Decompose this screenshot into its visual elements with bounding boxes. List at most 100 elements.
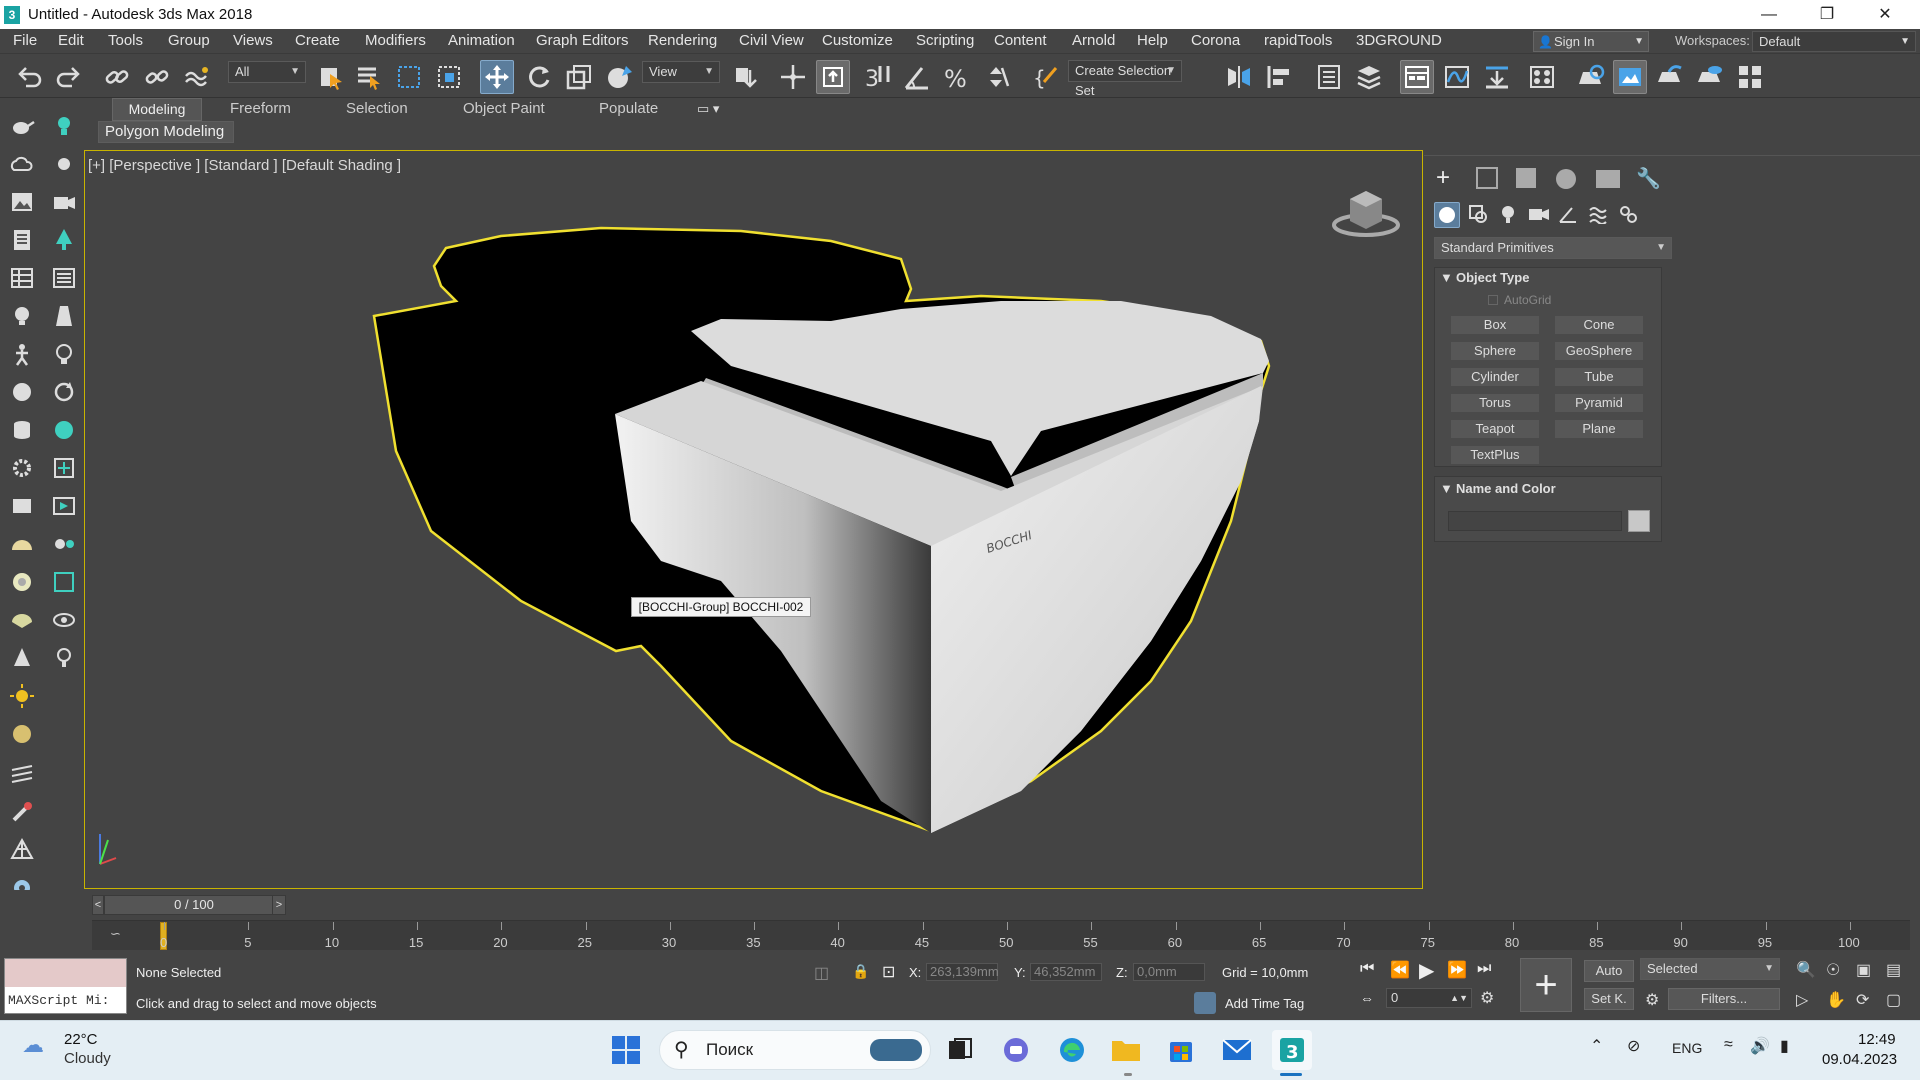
tube-button[interactable]: Tube [1554,367,1644,387]
rectangular-selection-icon[interactable] [392,60,426,94]
rollout-toggle-icon[interactable]: ▼ [1440,270,1453,285]
name-and-color-heading[interactable]: Name and Color [1456,481,1556,496]
shapes-category-icon[interactable] [1468,204,1488,224]
box-button[interactable]: Box [1450,315,1540,335]
clock-date[interactable]: 09.04.2023 [1822,1051,1897,1068]
link-icon[interactable] [100,60,134,94]
spotlight-icon[interactable] [50,302,78,330]
filters-button[interactable]: Filters... [1668,988,1780,1010]
set-key-big-button[interactable]: + [1520,958,1572,1012]
angle-snap-icon[interactable] [900,60,934,94]
walker-icon[interactable] [8,340,36,368]
mesh-icon[interactable] [8,836,36,864]
mail-icon[interactable] [1217,1030,1257,1070]
menu-arnold[interactable]: Arnold [1072,32,1115,49]
sphere-button[interactable]: Sphere [1450,341,1540,361]
select-and-move-icon[interactable] [480,60,514,94]
perspective-viewport[interactable]: BOCCHI [84,150,1423,889]
material-sphere-icon[interactable] [8,720,36,748]
add-time-tag-label[interactable]: Add Time Tag [1225,996,1304,1011]
taskbar-search[interactable]: ⚲ Поиск [659,1030,931,1070]
menu-create[interactable]: Create [295,32,340,49]
menu-file[interactable]: File [13,32,37,49]
tab-object-paint[interactable]: Object Paint [463,100,545,120]
camera-icon[interactable] [50,188,78,216]
menu-rendering[interactable]: Rendering [648,32,717,49]
select-and-rotate-icon[interactable] [522,60,556,94]
rollout-toggle-icon[interactable]: ▼ [1440,481,1453,496]
teapot-icon[interactable] [8,112,36,140]
transform-icon[interactable] [50,454,78,482]
redo-icon[interactable] [52,60,86,94]
previous-key-icon[interactable]: ⏪ [1390,960,1410,980]
file-explorer-icon[interactable] [1106,1030,1146,1070]
cameras-category-icon[interactable] [1528,204,1550,224]
light-bulb-icon[interactable] [50,112,78,140]
sun-icon[interactable] [50,150,78,178]
restore-icon[interactable]: ❐ [1798,0,1856,29]
sign-in-dropdown[interactable]: 👤 Sign In ▼ [1533,31,1649,52]
zoom-icon[interactable]: 🔍 [1796,960,1816,980]
zoom-all-icon[interactable]: ☉ [1826,960,1840,980]
menu-3dground[interactable]: 3DGROUND [1356,32,1442,49]
select-object-icon[interactable] [314,60,348,94]
maxscript-output[interactable] [5,959,126,987]
light-lister-icon[interactable] [8,302,36,330]
teams-chat-icon[interactable] [996,1030,1036,1070]
tab-freeform[interactable]: Freeform [230,100,291,120]
rendered-frame-window-icon[interactable] [1613,60,1647,94]
no-network-icon[interactable]: ⊘ [1627,1036,1640,1056]
previous-frame-button[interactable]: < [92,895,104,915]
cylinder-icon[interactable] [8,416,36,444]
teapot-button[interactable]: Teapot [1450,419,1540,439]
mirror-icon[interactable] [1222,60,1256,94]
panel-icon[interactable] [50,568,78,596]
window-crossing-icon[interactable] [432,60,466,94]
image-icon[interactable] [8,188,36,216]
key-mode-toggle-icon[interactable]: ⇔ [1360,990,1374,1006]
x-coordinate-field[interactable]: 263,139mm [926,963,999,981]
current-frame-field[interactable]: 0 ▲▼ [1386,988,1472,1008]
box-icon[interactable] [8,492,36,520]
menu-corona[interactable]: Corona [1191,32,1240,49]
helpers-category-icon[interactable] [1558,204,1578,224]
menu-animation[interactable]: Animation [448,32,515,49]
select-by-name-icon[interactable] [352,60,386,94]
ribbon-toggle-icon[interactable] [1400,60,1434,94]
clock-time[interactable]: 12:49 [1858,1031,1896,1048]
fx-icon[interactable] [50,530,78,558]
a360-gallery-icon[interactable] [1733,60,1767,94]
scene-explorer-icon[interactable] [1312,60,1346,94]
pyramid-button[interactable]: Pyramid [1554,393,1644,413]
orbit-icon[interactable]: ⟳ [1856,990,1869,1010]
utilities-tab-icon[interactable]: 🔧 [1636,166,1661,191]
3dsmax-taskbar-icon[interactable]: 3 [1272,1030,1312,1070]
task-view-icon[interactable] [940,1030,980,1070]
maxscript-input[interactable]: MAXScript Mi: [5,987,126,1014]
play-icon[interactable]: ▶ [1419,958,1434,983]
lamp-icon[interactable] [50,644,78,672]
windows-start-icon[interactable] [606,1030,646,1070]
go-to-start-icon[interactable]: ⏮ [1360,960,1374,978]
gear-icon[interactable] [8,454,36,482]
viewport-label[interactable]: [+] [Perspective ] [Standard ] [Default … [88,157,401,174]
object-color-swatch[interactable] [1628,510,1650,532]
auto-key-button[interactable]: Auto [1584,960,1634,982]
display-tab-icon[interactable] [1596,170,1620,188]
render-setup-icon[interactable] [1573,60,1607,94]
weather-cloud-icon[interactable]: ☁ [22,1032,44,1058]
menu-views[interactable]: Views [233,32,273,49]
lights-category-icon[interactable] [1498,204,1518,224]
geometry-category-icon[interactable] [1434,202,1460,228]
pipette-icon[interactable] [8,798,36,826]
object-type-heading[interactable]: Object Type [1456,270,1529,285]
maxscript-listener[interactable]: MAXScript Mi: [4,958,127,1014]
dome-icon[interactable] [8,530,36,558]
modify-tab-icon[interactable] [1476,167,1498,189]
create-tab-icon[interactable]: + [1436,164,1450,192]
object-name-input[interactable] [1448,511,1622,531]
schematic-view-icon[interactable] [1480,60,1514,94]
autogrid-checkbox[interactable] [1488,295,1498,305]
selection-filter-dropdown[interactable]: All ▼ [228,61,306,83]
field-of-view-icon[interactable]: ▷ [1796,990,1808,1010]
